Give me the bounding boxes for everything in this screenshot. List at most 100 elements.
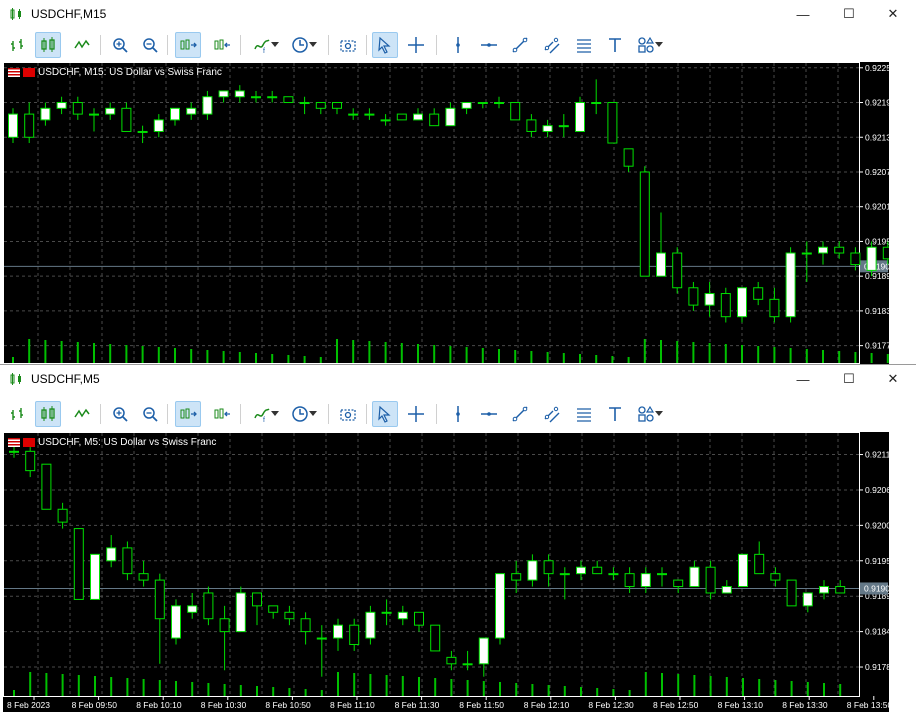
- minimize-button[interactable]: —: [780, 0, 826, 28]
- candle-body: [430, 624, 441, 652]
- bar-chart-button[interactable]: [5, 32, 31, 58]
- timeframes-button[interactable]: [287, 401, 321, 427]
- shapes-button[interactable]: [633, 32, 667, 58]
- candle-body: [25, 450, 36, 472]
- candle-body: [754, 553, 765, 575]
- symbol-label: USDCHF, M5: US Dollar vs Swiss Franc: [38, 437, 217, 448]
- channel-button[interactable]: [539, 32, 565, 58]
- trendline-button[interactable]: [507, 32, 533, 58]
- candle-body: [819, 586, 829, 594]
- horizontal-line-icon: [481, 43, 497, 47]
- fibonacci-button[interactable]: [571, 32, 597, 58]
- horizontal-line-icon: [481, 412, 497, 416]
- close-button[interactable]: ✕: [870, 0, 916, 28]
- indicators-button[interactable]: f: [249, 401, 283, 427]
- trendline-button[interactable]: [507, 401, 533, 427]
- candle-body: [219, 618, 230, 633]
- timeframes-button[interactable]: [287, 32, 321, 58]
- cursor-button[interactable]: [372, 32, 398, 58]
- candle-body: [252, 592, 262, 607]
- fibonacci-icon: [577, 39, 591, 53]
- candle-body: [639, 171, 650, 277]
- toolbar-separator: [240, 404, 241, 424]
- zoom-in-button[interactable]: [107, 32, 133, 58]
- candle-body: [770, 573, 781, 581]
- vertical-line-button[interactable]: [445, 32, 471, 58]
- price-axis-label: 0.91770: [865, 341, 889, 351]
- trendline-icon: [512, 37, 528, 53]
- candle-body: [802, 592, 813, 607]
- vertical-line-button[interactable]: [445, 401, 471, 427]
- text-button[interactable]: [602, 32, 628, 58]
- candle-body: [106, 547, 117, 562]
- minimize-button[interactable]: —: [780, 365, 826, 393]
- close-button[interactable]: ✕: [870, 365, 916, 393]
- toolbar-separator: [328, 404, 329, 424]
- screenshot-button[interactable]: [335, 401, 361, 427]
- title-bar: USDCHF,M5 — ☐ ✕: [0, 365, 916, 393]
- crosshair-button[interactable]: [403, 32, 429, 58]
- line-chart-button[interactable]: [69, 32, 95, 58]
- crosshair-button[interactable]: [403, 401, 429, 427]
- screenshot-button[interactable]: [335, 32, 361, 58]
- candlestick-button[interactable]: [35, 32, 61, 58]
- toolbar-separator: [240, 35, 241, 55]
- candle-body: [850, 252, 861, 266]
- candle-body: [24, 113, 35, 138]
- price-chart[interactable]: 0.921150.920600.920050.919500.918950.918…: [3, 432, 889, 712]
- fibonacci-button[interactable]: [571, 401, 597, 427]
- ch-flag-icon: [23, 438, 35, 447]
- horizontal-line-button[interactable]: [476, 401, 502, 427]
- time-axis-label: 8 Feb 11:50: [459, 700, 504, 710]
- candlestick-button[interactable]: [35, 401, 61, 427]
- candle-body: [607, 102, 618, 144]
- text-button[interactable]: [602, 401, 628, 427]
- chart-canvas: 0.921150.920600.920050.919500.918950.918…: [3, 432, 889, 710]
- candle-body: [396, 113, 407, 121]
- horizontal-line-button[interactable]: [476, 32, 502, 58]
- auto-scroll-button[interactable]: [175, 401, 201, 427]
- bar-chart-button[interactable]: [5, 401, 31, 427]
- price-axis-label: 0.92115: [865, 450, 889, 460]
- price-axis-label: 0.92005: [865, 520, 889, 530]
- candle-body: [866, 246, 877, 271]
- candle-body: [186, 107, 197, 115]
- chart-canvas: 0.92250 0.92190 0.92130 0.92070 0.92010 0.919…: [3, 62, 889, 364]
- indicators-button[interactable]: f: [249, 32, 283, 58]
- toolbar-separator: [167, 404, 168, 424]
- auto-scroll-icon: [180, 39, 197, 50]
- ch-flag-icon: [23, 68, 35, 77]
- zoom-in-button[interactable]: [107, 401, 133, 427]
- zoom-out-button[interactable]: [137, 401, 163, 427]
- cursor-button[interactable]: [372, 401, 398, 427]
- price-axis-label: 0.92130: [865, 132, 889, 142]
- time-axis-label: 8 Feb 10:10: [136, 700, 182, 710]
- line-chart-button[interactable]: [69, 401, 95, 427]
- time-axis-label: 8 Feb 09:50: [72, 700, 118, 710]
- candle-body: [170, 107, 180, 121]
- auto-scroll-button[interactable]: [175, 32, 201, 58]
- chart-shift-button[interactable]: [209, 32, 235, 58]
- price-chart[interactable]: 0.92250 0.92190 0.92130 0.92070 0.92010 0.919…: [3, 62, 889, 364]
- maximize-button[interactable]: ☐: [826, 0, 872, 28]
- time-axis-label: 8 Feb 12:10: [524, 700, 570, 710]
- candle-body: [235, 592, 246, 633]
- shapes-button[interactable]: [633, 401, 667, 427]
- candle-body: [478, 637, 489, 665]
- symbol-info: USDCHF, M15: US Dollar vs Swiss Franc: [8, 67, 222, 78]
- zoom-out-button[interactable]: [137, 32, 163, 58]
- window-title: USDCHF,M15: [31, 7, 107, 21]
- toolbar-separator: [366, 35, 367, 55]
- candle-body: [720, 293, 731, 318]
- channel-icon: [544, 37, 560, 54]
- candle-body: [527, 560, 538, 581]
- zoom-out-icon: [143, 38, 158, 53]
- channel-button[interactable]: [539, 401, 565, 427]
- candle-body: [526, 119, 537, 132]
- time-axis-label: 8 Feb 13:10: [718, 700, 764, 710]
- maximize-button[interactable]: ☐: [826, 365, 872, 393]
- svg-text:f: f: [263, 417, 265, 423]
- chart-shift-button[interactable]: [209, 401, 235, 427]
- candle-body: [559, 573, 570, 576]
- line-chart-icon: [74, 39, 90, 49]
